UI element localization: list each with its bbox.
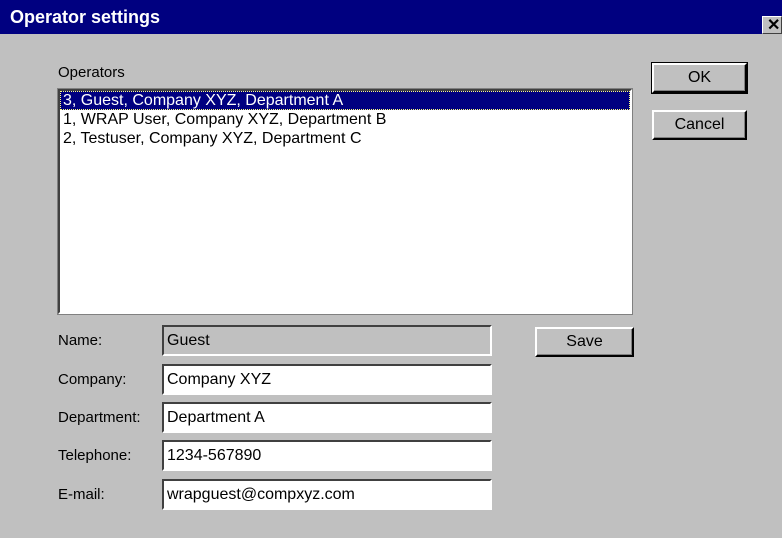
company-label: Company:: [58, 371, 127, 388]
name-field: [162, 325, 492, 356]
email-field[interactable]: [162, 479, 492, 510]
company-field[interactable]: [162, 364, 492, 395]
save-button[interactable]: Save: [535, 327, 634, 357]
close-icon: ✕: [767, 17, 781, 34]
title-bar[interactable]: Operator settings ✕: [0, 0, 782, 34]
window-title: Operator settings: [10, 7, 161, 27]
operators-listbox[interactable]: 3, Guest, Company XYZ, Department A 1, W…: [57, 88, 633, 315]
telephone-label: Telephone:: [58, 447, 132, 464]
operators-label: Operators: [58, 64, 125, 81]
department-label: Department:: [58, 409, 141, 426]
department-field[interactable]: [162, 402, 492, 433]
list-item[interactable]: 3, Guest, Company XYZ, Department A: [60, 91, 630, 110]
email-label: E-mail:: [58, 486, 105, 503]
telephone-field[interactable]: [162, 440, 492, 471]
close-button[interactable]: ✕: [762, 16, 782, 34]
name-label: Name:: [58, 332, 103, 349]
ok-button[interactable]: OK: [651, 62, 748, 94]
list-item[interactable]: 1, WRAP User, Company XYZ, Department B: [60, 110, 630, 129]
list-item[interactable]: 2, Testuser, Company XYZ, Department C: [60, 129, 630, 148]
cancel-button[interactable]: Cancel: [652, 110, 747, 140]
